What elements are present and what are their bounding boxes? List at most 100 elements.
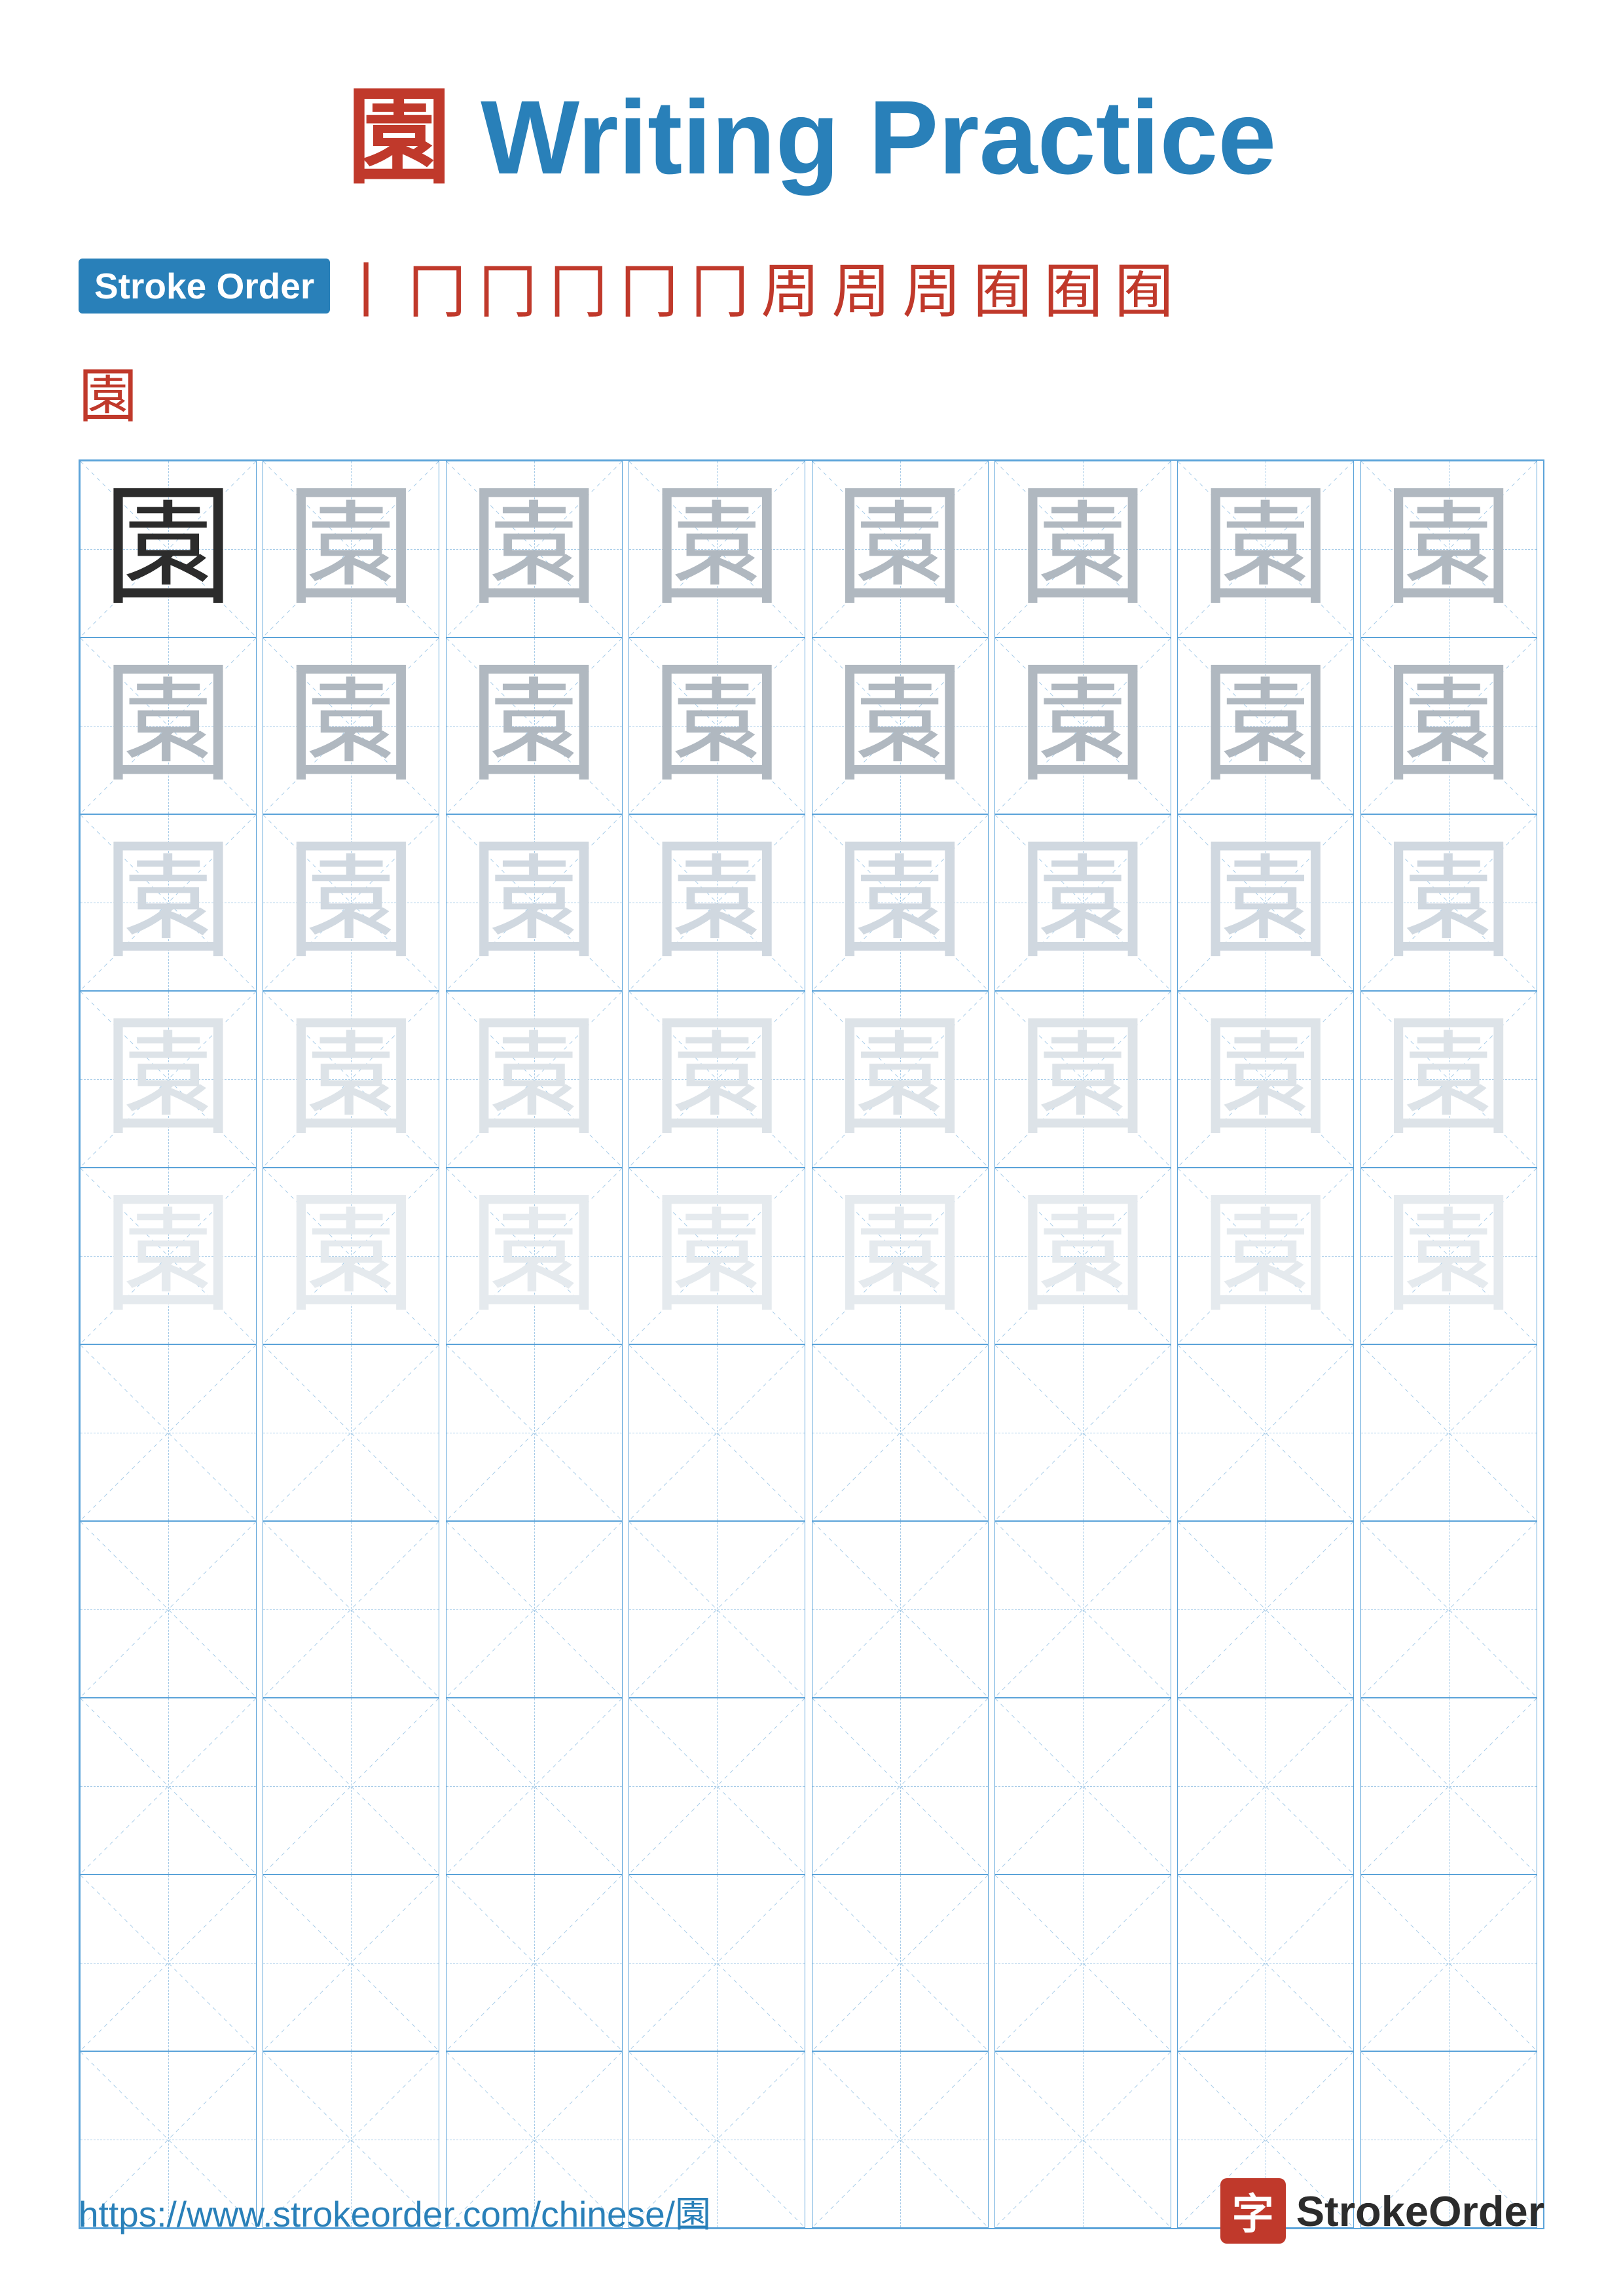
grid-cell[interactable]: 園 [629, 814, 805, 991]
grid-cell-empty[interactable] [629, 1874, 805, 2051]
grid-cell-empty[interactable] [446, 1698, 623, 1874]
grid-cell[interactable]: 園 [1177, 991, 1354, 1168]
grid-cell-empty[interactable] [1360, 1344, 1537, 1521]
grid-cell-empty[interactable] [263, 1344, 439, 1521]
grid-cell[interactable]: 園 [1360, 991, 1537, 1168]
stroke-6: 冂 [690, 243, 749, 329]
cell-guide [812, 1522, 988, 1697]
grid-cell[interactable]: 園 [1360, 637, 1537, 814]
grid-cell-empty[interactable] [629, 1344, 805, 1521]
practice-char: 園 [834, 1014, 965, 1145]
grid-cell[interactable]: 園 [629, 461, 805, 637]
practice-char: 園 [285, 1191, 416, 1321]
cell-guide [263, 1345, 439, 1520]
grid-cell[interactable]: 園 [994, 461, 1171, 637]
footer-url-link[interactable]: https://www.strokeorder.com/chinese/園 [79, 2185, 711, 2237]
grid-cell[interactable]: 園 [263, 991, 439, 1168]
cell-guide [629, 1522, 805, 1697]
grid-cell[interactable]: 園 [1360, 461, 1537, 637]
grid-cell-empty[interactable] [80, 1344, 257, 1521]
practice-char: 園 [1200, 660, 1331, 791]
grid-cell[interactable]: 園 [812, 461, 989, 637]
grid-cell-empty[interactable] [1360, 1698, 1537, 1874]
grid-cell[interactable]: 園 [1177, 814, 1354, 991]
grid-cell[interactable]: 園 [812, 814, 989, 991]
grid-cell[interactable]: 園 [80, 1168, 257, 1344]
grid-cell-empty[interactable] [446, 1344, 623, 1521]
grid-cell-empty[interactable] [263, 1874, 439, 2051]
cell-guide [1178, 1875, 1353, 2051]
grid-cell-empty[interactable] [994, 1874, 1171, 2051]
grid-cell[interactable]: 園 [1177, 1168, 1354, 1344]
cell-guide [812, 1875, 988, 2051]
grid-cell-empty[interactable] [446, 1521, 623, 1698]
grid-cell[interactable]: 園 [80, 991, 257, 1168]
final-char-display: 園 [79, 348, 1544, 433]
grid-cell[interactable]: 園 [812, 637, 989, 814]
practice-char: 園 [103, 660, 234, 791]
grid-cell[interactable]: 園 [80, 461, 257, 637]
grid-cell-empty[interactable] [994, 1698, 1171, 1874]
stroke-order-row: Stroke Order 丨 冂 冂 冂 冂 冂 周 周 周 囿 囿 囿 [79, 243, 1544, 329]
grid-cell-empty[interactable] [812, 1698, 989, 1874]
practice-char: 園 [1017, 1191, 1148, 1321]
grid-cell-empty[interactable] [629, 1521, 805, 1698]
grid-cell[interactable]: 園 [1360, 1168, 1537, 1344]
grid-cell-empty[interactable] [80, 1698, 257, 1874]
grid-cell-empty[interactable] [1177, 1521, 1354, 1698]
grid-cell-empty[interactable] [80, 1874, 257, 2051]
practice-char: 園 [285, 484, 416, 615]
practice-char: 園 [103, 1191, 234, 1321]
grid-cell-empty[interactable] [812, 1521, 989, 1698]
cell-guide [447, 1698, 622, 1874]
grid-cell-empty[interactable] [1360, 1874, 1537, 2051]
grid-cell-empty[interactable] [1177, 1874, 1354, 2051]
grid-cell-empty[interactable] [1360, 1521, 1537, 1698]
title-text: Writing Practice [452, 79, 1277, 196]
grid-cell[interactable]: 園 [263, 461, 439, 637]
grid-cell[interactable]: 園 [446, 461, 623, 637]
cell-guide [1178, 1522, 1353, 1697]
grid-cell-empty[interactable] [1177, 1344, 1354, 1521]
grid-cell[interactable]: 園 [629, 1168, 805, 1344]
grid-cell[interactable]: 園 [629, 991, 805, 1168]
grid-cell-empty[interactable] [1177, 1698, 1354, 1874]
stroke-8: 周 [831, 243, 890, 329]
grid-cell-empty[interactable] [812, 1344, 989, 1521]
grid-cell[interactable]: 園 [263, 637, 439, 814]
grid-cell[interactable]: 園 [812, 991, 989, 1168]
grid-cell-empty[interactable] [629, 1698, 805, 1874]
grid-cell[interactable]: 園 [629, 637, 805, 814]
cell-guide [1178, 1698, 1353, 1874]
grid-cell[interactable]: 園 [80, 637, 257, 814]
grid-cell[interactable]: 園 [80, 814, 257, 991]
grid-cell[interactable]: 園 [812, 1168, 989, 1344]
grid-cell[interactable]: 園 [446, 637, 623, 814]
grid-cell[interactable]: 園 [446, 814, 623, 991]
grid-cell[interactable]: 園 [994, 991, 1171, 1168]
stroke-9: 周 [902, 243, 961, 329]
grid-cell-empty[interactable] [80, 1521, 257, 1698]
grid-cell[interactable]: 園 [1360, 814, 1537, 991]
grid-cell[interactable]: 園 [994, 814, 1171, 991]
practice-char: 園 [1017, 660, 1148, 791]
grid-cell-empty[interactable] [994, 1344, 1171, 1521]
grid-cell-empty[interactable] [263, 1698, 439, 1874]
grid-cell-empty[interactable] [994, 1521, 1171, 1698]
grid-cell[interactable]: 園 [994, 1168, 1171, 1344]
grid-cell[interactable]: 園 [1177, 637, 1354, 814]
grid-cell-empty[interactable] [446, 1874, 623, 2051]
grid-cell[interactable]: 園 [994, 637, 1171, 814]
final-char: 園 [79, 365, 137, 429]
grid-cell[interactable]: 園 [263, 814, 439, 991]
grid-cell[interactable]: 園 [446, 1168, 623, 1344]
stroke-10: 囿 [973, 243, 1032, 329]
cell-guide [447, 1875, 622, 2051]
grid-cell[interactable]: 園 [1177, 461, 1354, 637]
cell-guide [263, 1698, 439, 1874]
practice-grid: 園 園 園 園 園 [79, 459, 1544, 2229]
grid-cell[interactable]: 園 [263, 1168, 439, 1344]
grid-cell-empty[interactable] [812, 1874, 989, 2051]
grid-cell-empty[interactable] [263, 1521, 439, 1698]
grid-cell[interactable]: 園 [446, 991, 623, 1168]
